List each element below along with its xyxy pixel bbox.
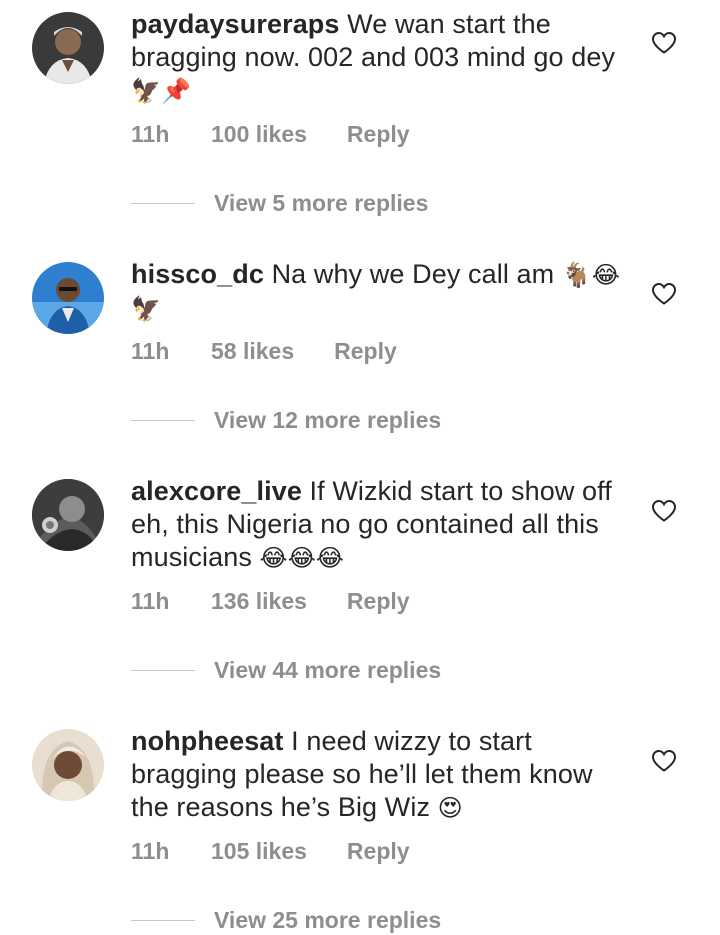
heart-outline-icon[interactable] <box>651 282 677 306</box>
comment-username[interactable]: alexcore_live <box>131 476 302 506</box>
avatar[interactable] <box>32 479 104 551</box>
replies-divider <box>131 919 195 921</box>
view-replies-label: View 44 more replies <box>214 656 442 683</box>
view-replies-button[interactable]: View 5 more replies <box>131 188 428 218</box>
comment-meta: 11h 136 likes Reply <box>131 586 410 616</box>
avatar[interactable] <box>32 729 104 801</box>
comment-username[interactable]: paydaysureraps <box>131 9 340 39</box>
comment-time: 11h <box>131 337 170 364</box>
replies-divider <box>131 202 195 204</box>
comment-meta: 11h 100 likes Reply <box>131 119 410 149</box>
comment-likes[interactable]: 105 likes <box>211 838 307 865</box>
comment-time: 11h <box>131 837 170 864</box>
comment-emoji: 😂😂😂 <box>259 544 344 572</box>
reply-button[interactable]: Reply <box>347 121 410 148</box>
comment-emoji: 🦅📌 <box>131 77 191 105</box>
comment-likes[interactable]: 136 likes <box>211 588 307 615</box>
comment-body: paydaysureraps We wan start the bragging… <box>131 8 631 108</box>
avatar[interactable] <box>32 262 104 334</box>
comment-username[interactable]: hissco_dc <box>131 259 264 289</box>
comment-likes[interactable]: 100 likes <box>211 121 307 148</box>
view-replies-button[interactable]: View 44 more replies <box>131 655 441 685</box>
reply-button[interactable]: Reply <box>334 338 397 365</box>
comment-body: nohpheesat I need wizzy to start braggin… <box>131 725 631 825</box>
view-replies-button[interactable]: View 25 more replies <box>131 905 441 935</box>
reply-button[interactable]: Reply <box>347 838 410 865</box>
comment-meta: 11h 58 likes Reply <box>131 336 397 366</box>
replies-divider <box>131 669 195 671</box>
comment-time: 11h <box>131 587 170 614</box>
comment-body: hissco_dc Na why we Dey call am 🐐😂🦅 <box>131 258 631 326</box>
heart-outline-icon[interactable] <box>651 499 677 523</box>
comment-emoji: 😍 <box>437 794 463 822</box>
heart-outline-icon[interactable] <box>651 31 677 55</box>
comment-time: 11h <box>131 120 170 147</box>
view-replies-label: View 25 more replies <box>214 906 442 933</box>
heart-outline-icon[interactable] <box>651 749 677 773</box>
comment-meta: 11h 105 likes Reply <box>131 836 410 866</box>
comment-likes[interactable]: 58 likes <box>211 338 294 365</box>
comment-text: Na why we Dey call am <box>271 259 555 289</box>
view-replies-label: View 5 more replies <box>214 189 429 216</box>
avatar[interactable] <box>32 12 104 84</box>
view-replies-button[interactable]: View 12 more replies <box>131 405 441 435</box>
reply-button[interactable]: Reply <box>347 588 410 615</box>
comment-body: alexcore_live If Wizkid start to show of… <box>131 475 631 575</box>
replies-divider <box>131 419 195 421</box>
view-replies-label: View 12 more replies <box>214 406 442 433</box>
comment-username[interactable]: nohpheesat <box>131 726 284 756</box>
